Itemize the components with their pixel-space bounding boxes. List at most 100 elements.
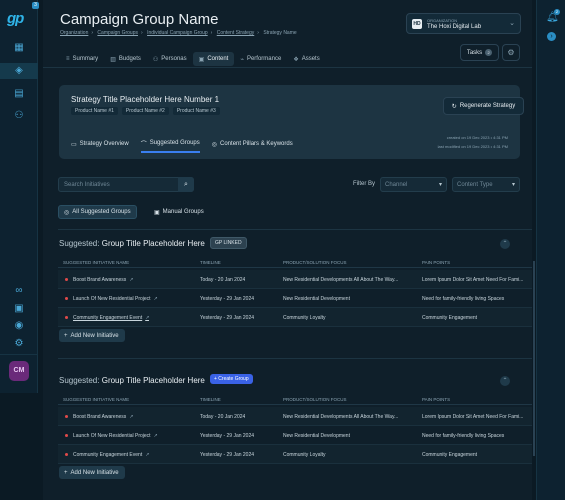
calendar-icon[interactable]: ▤ <box>11 86 27 102</box>
grid-icon[interactable]: ▦ <box>11 40 27 56</box>
chevron-right-icon[interactable]: › <box>547 32 556 41</box>
person-icon: ⚇ <box>152 56 159 63</box>
breadcrumb-separator: › <box>210 30 213 36</box>
group-title-prefix: Suggested: <box>59 376 100 385</box>
add-initiative-label: Add New Initiative <box>70 332 119 339</box>
table-row[interactable]: Community Engagement Event ↗ Yesterday - … <box>58 308 532 327</box>
breadcrumb-organization[interactable]: Organization <box>60 30 88 36</box>
tab-summary[interactable]: ≡ Summary <box>60 52 104 66</box>
initiative-name[interactable]: Launch Of New Residential Project ↗ <box>73 296 158 302</box>
initiative-name[interactable]: Launch Of New Residential Project ↗ <box>73 433 158 439</box>
breadcrumb-content-strategy[interactable]: Content Strategy <box>217 30 255 36</box>
settings-icon[interactable]: ⚙ <box>11 336 27 352</box>
initiative-name-text: Boost Brand Awareness <box>73 414 127 420</box>
section-divider <box>58 229 532 230</box>
product-tag: Product Name #2 <box>121 107 169 115</box>
link-icon[interactable]: ∞ <box>11 283 27 299</box>
breadcrumb-campaign-group[interactable]: Individual Campaign Group <box>147 30 208 36</box>
tab-assets[interactable]: ❖ Assets <box>287 52 325 66</box>
updated-label: last modified on <box>437 144 466 149</box>
org-switcher[interactable]: HD ORGANIZATION The Hoxi Digital Lab ⌄ <box>406 13 521 34</box>
logo-badge: 3 <box>32 2 39 9</box>
column-header: PRODUCT/SOLUTION FOCUS <box>283 260 347 265</box>
timeline-cell: Today - 20 Jan 2024 <box>200 277 246 283</box>
manual-groups-toggle[interactable]: ▣ Manual Groups <box>149 205 209 219</box>
timeline-cell: Yesterday - 29 Jan 2024 <box>200 452 255 458</box>
tab-strategy-overview[interactable]: ▭ Strategy Overview <box>71 135 129 153</box>
add-initiative-button[interactable]: + Add New Initiative <box>59 466 125 479</box>
pain-points-cell: Need for family-friendly living Spaces <box>422 433 505 439</box>
content-icon: ▣ <box>198 56 205 63</box>
users-icon[interactable]: ⚇ <box>11 108 27 124</box>
content-type-select[interactable]: Content Type ▾ <box>452 177 520 192</box>
add-initiative-button[interactable]: + Add New Initiative <box>59 329 125 342</box>
all-suggested-groups-toggle[interactable]: ◎ All Suggested Groups <box>58 205 137 219</box>
tasks-button[interactable]: Tasks 2 <box>460 44 499 61</box>
initiative-name[interactable]: Community Engagement Event ↗ <box>73 452 149 458</box>
table-row[interactable]: Launch Of New Residential Project ↗ Yeste… <box>58 289 532 308</box>
regenerate-label: Regenerate Strategy <box>459 103 516 109</box>
scrollbar[interactable] <box>533 261 535 456</box>
refresh-icon: ↻ <box>451 103 457 110</box>
initiative-name[interactable]: Boost Brand Awareness ↗ <box>73 414 133 420</box>
avatar[interactable]: CM <box>9 361 29 381</box>
initiative-name-text: Community Engagement Event <box>73 452 143 458</box>
tab-budgets[interactable]: ▥ Budgets <box>104 52 147 66</box>
product-tags: Product Name #1 Product Name #2 Product … <box>71 107 220 115</box>
table-row[interactable]: Community Engagement Event ↗ Yesterday - … <box>58 445 532 464</box>
create-group-button[interactable]: + Create Group <box>210 374 253 384</box>
focus-cell: Community Loyalty <box>283 452 326 458</box>
pain-points-cell: Lorem Ipsum Dolor Sit Amet Need For Fami… <box>422 277 524 283</box>
table-row[interactable]: Launch Of New Residential Project ↗ Yeste… <box>58 426 532 445</box>
breadcrumb-current: Strategy Name <box>263 30 297 36</box>
chart-icon: ⌁ <box>240 56 244 63</box>
created-value: 19 Dec 2023 • 4:31 PM <box>466 135 508 140</box>
initiative-name[interactable]: Boost Brand Awareness ↗ <box>73 277 133 283</box>
chevron-up-icon[interactable]: ⌃ <box>500 239 510 249</box>
target-icon[interactable]: ◉ <box>11 318 27 334</box>
external-link-icon: ↗ <box>145 315 150 321</box>
brand-logo[interactable]: gp <box>7 10 29 28</box>
notification-badge: 2 <box>554 9 560 15</box>
assets-icon: ❖ <box>293 56 299 63</box>
focus-cell: New Residential Developments All About T… <box>283 414 399 420</box>
status-dot <box>65 278 68 281</box>
pain-points-cell: Lorem Ipsum Dolor Sit Amet Need For Fami… <box>422 414 524 420</box>
chevron-up-icon[interactable]: ⌃ <box>500 376 510 386</box>
segment-label: Manual Groups <box>162 209 204 215</box>
updated-value: 19 Dec 2023 • 4:31 PM <box>466 144 508 149</box>
breadcrumb: Organization › Campaign Groups › Individua… <box>60 30 297 36</box>
initiative-name[interactable]: Community Engagement Event ↗ <box>73 315 149 321</box>
search-button[interactable]: ⌕ <box>178 177 194 192</box>
segment-label: All Suggested Groups <box>72 209 131 215</box>
document-icon[interactable]: ▣ <box>11 301 27 317</box>
tab-content[interactable]: ▣ Content <box>192 52 235 66</box>
breadcrumb-campaign-groups[interactable]: Campaign Groups <box>97 30 138 36</box>
search-input[interactable]: Search Initiatives <box>58 177 194 192</box>
settings-button[interactable]: ⚙ <box>502 44 520 61</box>
tab-content-pillars[interactable]: ◎ Content Pillars & Keywords <box>212 135 293 153</box>
status-dot <box>65 434 68 437</box>
add-initiative-label: Add New Initiative <box>70 469 119 476</box>
layers-icon[interactable]: ◈ <box>0 63 38 79</box>
channel-select[interactable]: Channel ▾ <box>380 177 447 192</box>
group-title: Suggested: Group Title Placeholder Here <box>59 239 205 248</box>
org-name: The Hoxi Digital Lab <box>427 24 482 30</box>
pain-points-cell: Need for family-friendly living Spaces <box>422 296 505 302</box>
focus-cell: Community Loyalty <box>283 315 326 321</box>
table-row[interactable]: Boost Brand Awareness ↗ Today - 20 Jan 20… <box>58 270 532 289</box>
group-title-prefix: Suggested: <box>59 239 100 248</box>
strategy-tabs: ▭ Strategy Overview ⌒ Suggested Groups ◎ Co… <box>71 135 293 153</box>
chevron-down-icon: ▾ <box>511 182 515 188</box>
regenerate-strategy-button[interactable]: ↻ Regenerate Strategy <box>443 97 524 115</box>
external-link-icon: ↗ <box>153 296 158 302</box>
tab-personas[interactable]: ⚇ Personas <box>147 52 193 66</box>
section-divider <box>58 358 532 359</box>
tab-suggested-groups[interactable]: ⌒ Suggested Groups <box>140 135 200 153</box>
table-row[interactable]: Boost Brand Awareness ↗ Today - 20 Jan 20… <box>58 407 532 426</box>
tab-performance[interactable]: ⌁ Performance <box>234 52 287 66</box>
status-dot <box>65 415 68 418</box>
focus-cell: New Residential Developments All About T… <box>283 277 399 283</box>
strategy-card: Strategy Title Placeholder Here Number 1… <box>59 85 524 159</box>
plus-icon: + <box>64 469 68 476</box>
